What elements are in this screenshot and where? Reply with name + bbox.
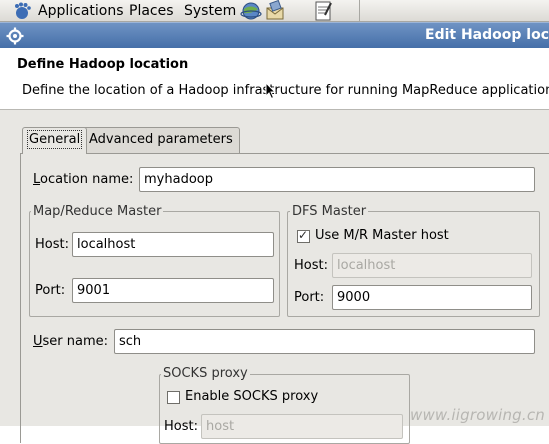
text-editor-icon[interactable] [313,0,333,22]
dfs-port-label: Port: [294,290,324,305]
mr-host-label: Host: [35,237,69,252]
mr-port-input[interactable]: 9001 [72,278,274,303]
tab-advanced-parameters[interactable]: Advanced parameters [82,127,240,153]
dialog-header: Define Hadoop location Define the locati… [0,48,549,110]
panel-separator [359,0,360,22]
gnome-foot-icon[interactable] [12,1,32,21]
dfs-host-label: Host: [294,258,328,273]
dfs-host-input: localhost [332,253,532,278]
menu-applications[interactable]: Applications [38,2,124,20]
mouse-pointer-icon [265,82,277,100]
tab-general[interactable]: General [22,127,87,154]
tab-advanced-label: Advanced parameters [89,132,233,147]
top-panel: Applications Places System [0,0,549,22]
user-name-label: User name: [33,334,108,349]
enable-socks-proxy-label[interactable]: Enable SOCKS proxy [185,389,318,404]
location-name-label: Location name: [33,172,133,187]
use-mr-master-host-checkbox[interactable] [297,230,310,243]
enable-socks-proxy-checkbox[interactable] [167,391,180,404]
mr-port-label: Port: [35,283,65,298]
socks-proxy-title: SOCKS proxy [161,366,250,381]
email-client-icon[interactable] [264,0,286,22]
dialog-title: Define Hadoop location [17,57,188,72]
web-browser-icon[interactable] [240,0,262,22]
socks-host-input: host [201,414,403,439]
mapreduce-master-title: Map/Reduce Master [31,204,163,219]
window-menu-icon[interactable] [6,27,24,45]
edit-hadoop-location-dialog: Define Hadoop location Define the locati… [0,48,549,426]
tab-general-label: General [29,132,80,147]
menu-places[interactable]: Places [129,2,174,20]
window-title: Edit Hadoop loc [425,27,549,43]
watermark: www.iigrowing.cn [410,406,545,424]
dfs-port-input[interactable]: 9000 [332,285,532,310]
dialog-description: Define the location of a Hadoop infrastr… [22,83,549,98]
user-name-input[interactable]: sch [114,329,535,354]
menu-system[interactable]: System [184,2,236,20]
socks-host-label: Host: [164,419,198,434]
window-titlebar[interactable]: Edit Hadoop loc [0,22,549,48]
mr-host-input[interactable]: localhost [72,232,274,257]
use-mr-master-host-label[interactable]: Use M/R Master host [315,228,449,243]
dfs-master-title: DFS Master [290,204,368,219]
location-name-input[interactable]: myhadoop [139,167,535,192]
